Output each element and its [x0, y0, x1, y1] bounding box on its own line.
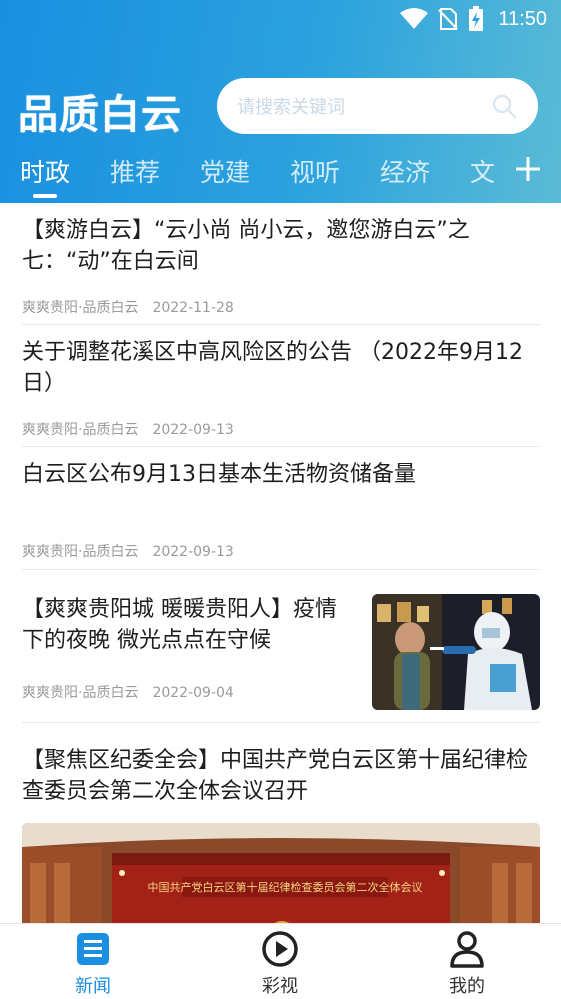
tab-dangjian[interactable]: 党建	[200, 153, 250, 189]
nav-video[interactable]: 彩视	[220, 924, 340, 999]
status-time: 11:50	[498, 7, 547, 30]
app-logo: 品质白云	[18, 92, 182, 138]
news-date: 2022-09-13	[152, 544, 234, 560]
news-title: 【爽游白云】“云小尚 尚小云，邀您游白云”之七：“动”在白云间	[22, 218, 470, 274]
news-item[interactable]: 白云区公布9月13日基本生活物资储备量 爽爽贵阳·品质白云 2022-09-13	[22, 459, 540, 561]
news-title: 【聚焦区纪委全会】中国共产党白云区第十届纪律检查委员会第二次全体会议召开	[22, 748, 529, 804]
battery-charging-icon	[469, 6, 484, 31]
tab-shiting[interactable]: 视听	[290, 153, 340, 189]
news-title: 白云区公布9月13日基本生活物资储备量	[22, 462, 416, 487]
divider	[22, 324, 540, 325]
search-icon[interactable]	[490, 92, 518, 120]
news-feed: 【爽游白云】“云小尚 尚小云，邀您游白云”之七：“动”在白云间 爽爽贵阳·品质白…	[0, 203, 561, 923]
search-placeholder: 请搜索关键词	[237, 97, 345, 118]
channel-tabs: 时政 推荐 党建 视听 经济 文	[0, 150, 561, 203]
news-title: 关于调整花溪区中高风险区的公告 （2022年9月12日）	[22, 340, 523, 396]
nav-label: 彩视	[262, 976, 298, 997]
news-date: 2022-09-04	[152, 685, 234, 701]
news-source: 爽爽贵阳·品质白云	[22, 422, 139, 438]
divider	[22, 722, 540, 723]
plus-icon	[516, 157, 540, 181]
tab-wen[interactable]: 文	[470, 153, 495, 189]
news-meta: 爽爽贵阳·品质白云 2022-09-13	[22, 541, 234, 561]
news-item[interactable]: 【聚焦区纪委全会】中国共产党白云区第十届纪律检查委员会第二次全体会议召开 中国共…	[22, 745, 540, 923]
nav-label: 我的	[449, 976, 485, 997]
news-meta: 爽爽贵阳·品质白云 2022-11-28	[22, 297, 234, 317]
tab-jingji[interactable]: 经济	[380, 153, 430, 189]
divider	[22, 569, 540, 570]
news-source: 爽爽贵阳·品质白云	[22, 300, 139, 316]
app-header: 11:50 品质白云 请搜索关键词 时政 推荐 党建 视听 经济 文	[0, 0, 561, 203]
news-item[interactable]: 【爽游白云】“云小尚 尚小云，邀您游白云”之七：“动”在白云间 爽爽贵阳·品质白…	[22, 215, 540, 317]
news-item[interactable]: 【爽爽贵阳城 暖暖贵阳人】疫情下的夜晚 微光点点在守候 爽爽贵阳·品质白云 202…	[22, 594, 540, 710]
news-date: 2022-11-28	[152, 300, 234, 316]
svg-text:中国共产党白云区第十届纪律检查委员会第二次全体会议: 中国共产党白云区第十届纪律检查委员会第二次全体会议	[148, 880, 423, 894]
news-date: 2022-09-13	[152, 422, 234, 438]
news-source: 爽爽贵阳·品质白云	[22, 544, 139, 560]
news-meta: 爽爽贵阳·品质白云 2022-09-13	[22, 419, 234, 439]
news-thumbnail	[372, 594, 540, 710]
user-icon	[450, 931, 484, 968]
tab-tuijian[interactable]: 推荐	[110, 153, 160, 189]
add-tab-button[interactable]	[513, 150, 543, 190]
active-tab-indicator	[33, 194, 57, 198]
search-bar[interactable]: 请搜索关键词	[217, 78, 538, 134]
play-circle-icon	[262, 931, 298, 967]
divider	[22, 446, 540, 447]
nav-news[interactable]: 新闻	[33, 924, 153, 999]
tab-shizheng[interactable]: 时政	[20, 153, 70, 189]
news-image: 中国共产党白云区第十届纪律检查委员会第二次全体会议	[22, 823, 540, 923]
no-sim-icon	[438, 8, 459, 30]
wifi-icon	[400, 8, 429, 29]
news-title: 【爽爽贵阳城 暖暖贵阳人】疫情下的夜晚 微光点点在守候	[22, 597, 337, 653]
news-icon	[77, 933, 109, 965]
nav-label: 新闻	[75, 976, 111, 997]
news-meta: 爽爽贵阳·品质白云 2022-09-04	[22, 682, 234, 702]
news-item[interactable]: 关于调整花溪区中高风险区的公告 （2022年9月12日） 爽爽贵阳·品质白云 20…	[22, 337, 540, 439]
bottom-nav: 新闻 彩视 我的	[0, 923, 561, 999]
news-source: 爽爽贵阳·品质白云	[22, 685, 139, 701]
nav-mine[interactable]: 我的	[407, 924, 527, 999]
status-bar: 11:50	[0, 0, 561, 40]
